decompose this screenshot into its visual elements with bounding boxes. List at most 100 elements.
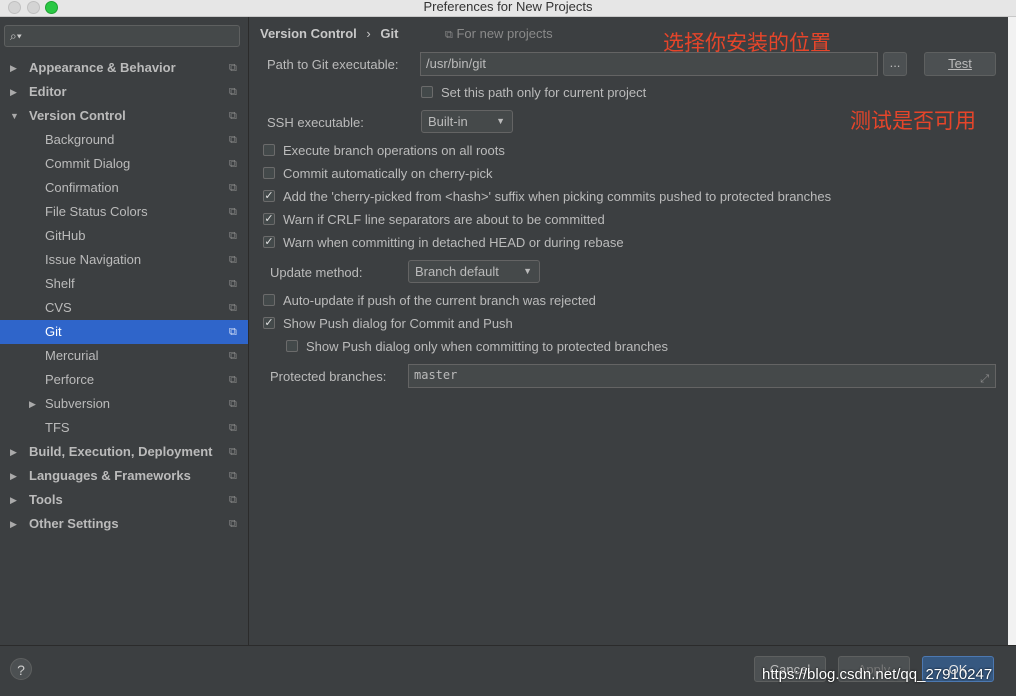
update-method-label: Update method: bbox=[270, 265, 363, 280]
copy-settings-icon: ⧉ bbox=[229, 494, 237, 506]
sidebar-item-label: Git bbox=[45, 324, 62, 339]
help-button[interactable]: ? bbox=[10, 658, 32, 680]
checkbox-box[interactable] bbox=[263, 144, 275, 156]
copy-settings-icon: ⧉ bbox=[229, 398, 237, 410]
checkbox-label: Add the 'cherry-picked from <hash>' suff… bbox=[283, 189, 832, 204]
chevron-right-icon: ▶ bbox=[10, 471, 17, 481]
chevron-right-icon: ▶ bbox=[10, 495, 17, 505]
checkbox-label: Auto-update if push of the current branc… bbox=[283, 293, 596, 308]
sidebar-item-label: Other Settings bbox=[29, 516, 119, 531]
annotation-test-available: 测试是否可用 bbox=[850, 110, 976, 133]
checkmark-icon[interactable]: ✓ bbox=[263, 190, 275, 202]
copy-settings-icon: ⧉ bbox=[229, 350, 237, 362]
sidebar-item-label: Languages & Frameworks bbox=[29, 468, 191, 483]
sidebar-item-label: TFS bbox=[45, 420, 70, 435]
sidebar-item-editor[interactable]: ▶ Editor ⧉ bbox=[0, 80, 248, 104]
chevron-down-icon: ▼ bbox=[523, 266, 532, 276]
sidebar-item-issue-navigation[interactable]: Issue Navigation ⧉ bbox=[0, 248, 248, 272]
watermark: https://blog.csdn.net/qq_27910247 bbox=[762, 666, 993, 683]
checkbox-label: Show Push dialog only when committing to… bbox=[306, 339, 669, 354]
checkbox-box[interactable] bbox=[421, 86, 433, 98]
checkbox-label: Set this path only for current project bbox=[441, 85, 647, 100]
sidebar-item-confirmation[interactable]: Confirmation ⧉ bbox=[0, 176, 248, 200]
sidebar-item-commit-dialog[interactable]: Commit Dialog ⧉ bbox=[0, 152, 248, 176]
breadcrumb: Version Control › Git bbox=[260, 26, 398, 41]
sidebar-item-background[interactable]: Background ⧉ bbox=[0, 128, 248, 152]
copy-settings-icon: ⧉ bbox=[229, 422, 237, 434]
checkbox-box[interactable] bbox=[286, 340, 298, 352]
sidebar-item-label: Tools bbox=[29, 492, 63, 507]
page-icon: ⧉ bbox=[445, 29, 453, 41]
chevron-right-icon: ▶ bbox=[10, 87, 17, 97]
search-icon: ⌕▾ bbox=[10, 29, 22, 43]
git-path-field[interactable]: /usr/bin/git bbox=[420, 52, 878, 76]
title-bar: Preferences for New Projects bbox=[0, 0, 1016, 17]
chevron-right-icon: ▶ bbox=[10, 63, 17, 73]
checkmark-icon[interactable]: ✓ bbox=[263, 213, 275, 225]
copy-settings-icon: ⧉ bbox=[229, 254, 237, 266]
checkbox-label: Commit automatically on cherry-pick bbox=[283, 166, 493, 181]
copy-settings-icon: ⧉ bbox=[229, 326, 237, 338]
sidebar-item-tfs[interactable]: TFS ⧉ bbox=[0, 416, 248, 440]
expand-icon[interactable]: ⤢ bbox=[980, 368, 989, 389]
ssh-executable-select[interactable]: Built-in ▼ bbox=[421, 110, 513, 133]
copy-settings-icon: ⧉ bbox=[229, 110, 237, 122]
sidebar-item-perforce[interactable]: Perforce ⧉ bbox=[0, 368, 248, 392]
copy-settings-icon: ⧉ bbox=[229, 470, 237, 482]
copy-settings-icon: ⧉ bbox=[229, 374, 237, 386]
update-method-select[interactable]: Branch default ▼ bbox=[408, 260, 540, 283]
sidebar-item-label: CVS bbox=[45, 300, 72, 315]
protected-branches-field[interactable]: master ⤢ bbox=[408, 364, 996, 388]
settings-sidebar: ⌕▾ ▶ Appearance & Behavior ⧉ ▶ Editor ⧉ … bbox=[0, 17, 249, 645]
checkmark-icon[interactable]: ✓ bbox=[263, 236, 275, 248]
sidebar-item-github[interactable]: GitHub ⧉ bbox=[0, 224, 248, 248]
sidebar-item-cvs[interactable]: CVS ⧉ bbox=[0, 296, 248, 320]
sidebar-item-label: Build, Execution, Deployment bbox=[29, 444, 213, 459]
sidebar-item-mercurial[interactable]: Mercurial ⧉ bbox=[0, 344, 248, 368]
sidebar-item-other-settings[interactable]: ▶ Other Settings ⧉ bbox=[0, 512, 248, 536]
checkbox-label: Warn when committing in detached HEAD or… bbox=[283, 235, 624, 250]
git-settings-panel: Version Control › Git ⧉ For new projects… bbox=[249, 17, 1016, 645]
copy-settings-icon: ⧉ bbox=[229, 158, 237, 170]
sidebar-item-tools[interactable]: ▶ Tools ⧉ bbox=[0, 488, 248, 512]
breadcrumb-separator: › bbox=[366, 26, 371, 41]
sidebar-item-label: Commit Dialog bbox=[45, 156, 131, 171]
chevron-down-icon: ▼ bbox=[10, 111, 19, 121]
sidebar-item-file-status-colors[interactable]: File Status Colors ⧉ bbox=[0, 200, 248, 224]
sidebar-item-git[interactable]: Git ⧉ bbox=[0, 320, 248, 344]
copy-settings-icon: ⧉ bbox=[229, 278, 237, 290]
copy-settings-icon: ⧉ bbox=[229, 518, 237, 530]
ssh-label: SSH executable: bbox=[267, 115, 364, 130]
sidebar-item-label: Issue Navigation bbox=[45, 252, 142, 267]
checkbox-box[interactable] bbox=[263, 294, 275, 306]
sidebar-item-label: Shelf bbox=[45, 276, 75, 291]
search-input[interactable]: ⌕▾ bbox=[4, 25, 240, 47]
sidebar-item-label: GitHub bbox=[45, 228, 86, 243]
sidebar-item-label: Perforce bbox=[45, 372, 95, 387]
breadcrumb-parent[interactable]: Version Control bbox=[260, 26, 357, 41]
checkbox-label: Warn if CRLF line separators are about t… bbox=[283, 212, 605, 227]
sidebar-item-label: Editor bbox=[29, 84, 67, 99]
sidebar-item-build-execution[interactable]: ▶ Build, Execution, Deployment ⧉ bbox=[0, 440, 248, 464]
checkbox-label: Show Push dialog for Commit and Push bbox=[283, 316, 513, 331]
ssh-selected-value: Built-in bbox=[428, 114, 468, 129]
sidebar-item-subversion[interactable]: ▶ Subversion ⧉ bbox=[0, 392, 248, 416]
path-label: Path to Git executable: bbox=[267, 57, 399, 72]
sidebar-item-label: Appearance & Behavior bbox=[29, 60, 176, 75]
sidebar-item-version-control[interactable]: ▼ Version Control ⧉ bbox=[0, 104, 248, 128]
chevron-right-icon: ▶ bbox=[10, 519, 17, 529]
sidebar-item-appearance[interactable]: ▶ Appearance & Behavior ⧉ bbox=[0, 56, 248, 80]
checkbox-box[interactable] bbox=[263, 167, 275, 179]
test-button[interactable]: Test bbox=[924, 52, 996, 76]
sidebar-item-shelf[interactable]: Shelf ⧉ bbox=[0, 272, 248, 296]
checkmark-icon[interactable]: ✓ bbox=[263, 317, 275, 329]
browse-button[interactable]: ... bbox=[883, 52, 907, 76]
copy-settings-icon: ⧉ bbox=[229, 206, 237, 218]
sidebar-item-label: Mercurial bbox=[45, 348, 99, 363]
scope-note: ⧉ For new projects bbox=[445, 26, 553, 42]
copy-settings-icon: ⧉ bbox=[229, 446, 237, 458]
chevron-right-icon: ▶ bbox=[29, 399, 36, 409]
sidebar-item-label: File Status Colors bbox=[45, 204, 148, 219]
sidebar-item-languages[interactable]: ▶ Languages & Frameworks ⧉ bbox=[0, 464, 248, 488]
scrollbar[interactable] bbox=[1008, 17, 1016, 645]
